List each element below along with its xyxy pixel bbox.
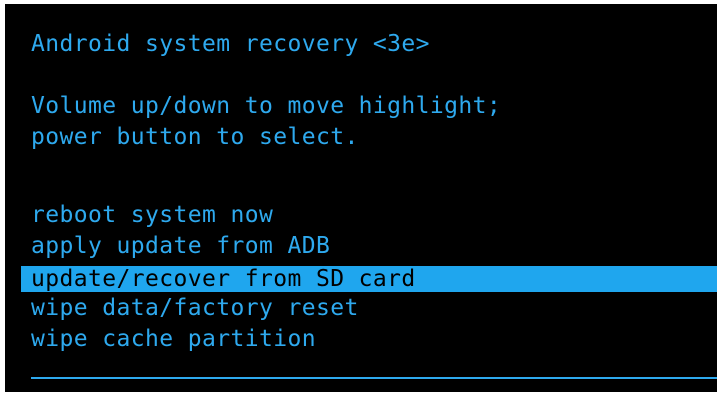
menu-item-label: wipe data/factory reset	[31, 295, 359, 321]
menu-item-label: wipe cache partition	[31, 326, 316, 352]
menu-item-update-from-sd-card[interactable]: update/recover from SD card	[21, 266, 717, 292]
menu-item-wipe-data-factory-reset[interactable]: wipe data/factory reset	[5, 294, 717, 322]
bottom-divider	[31, 377, 717, 379]
menu-item-label: update/recover from SD card	[31, 266, 416, 292]
recovery-screen: Android system recovery <3e> Volume up/d…	[5, 4, 717, 392]
menu-item-label: apply update from ADB	[31, 233, 331, 259]
menu-item-label: reboot system now	[31, 202, 274, 228]
menu-item-reboot-system[interactable]: reboot system now	[5, 201, 717, 229]
menu-item-wipe-cache-partition[interactable]: wipe cache partition	[5, 325, 717, 353]
menu-item-apply-update-adb[interactable]: apply update from ADB	[5, 232, 717, 260]
recovery-menu: reboot system now apply update from ADB …	[5, 4, 717, 392]
